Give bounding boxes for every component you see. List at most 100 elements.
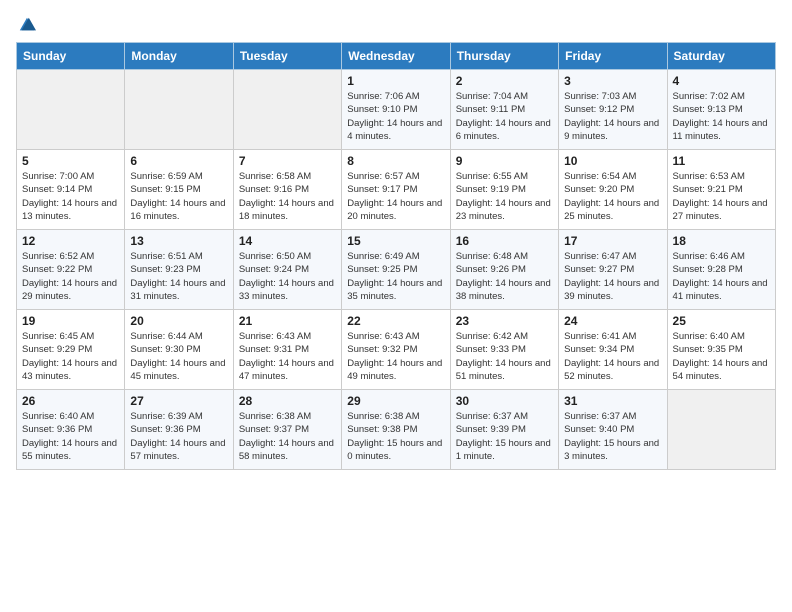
calendar-cell: 20 Sunrise: 6:44 AM Sunset: 9:30 PM Dayli… xyxy=(125,310,233,390)
calendar-cell: 22 Sunrise: 6:43 AM Sunset: 9:32 PM Dayli… xyxy=(342,310,450,390)
calendar-cell: 17Sunrise: 6:47 AM Sunset: 9:27 PM Dayli… xyxy=(559,230,667,310)
calendar-cell: 13Sunrise: 6:51 AM Sunset: 9:23 PM Dayli… xyxy=(125,230,233,310)
day-number: 26 xyxy=(22,394,119,408)
calendar-cell: 24 Sunrise: 6:41 AM Sunset: 9:34 PM Dayli… xyxy=(559,310,667,390)
calendar-cell: 27 Sunrise: 6:39 AM Sunset: 9:36 PM Dayli… xyxy=(125,390,233,470)
day-number: 30 xyxy=(456,394,553,408)
day-of-week-header: Friday xyxy=(559,43,667,70)
calendar-cell: 7 Sunrise: 6:58 AM Sunset: 9:16 PM Daylig… xyxy=(233,150,341,230)
calendar-cell: 14 Sunrise: 6:50 AM Sunset: 9:24 PM Dayli… xyxy=(233,230,341,310)
day-number: 10 xyxy=(564,154,661,168)
calendar-cell: 9 Sunrise: 6:55 AM Sunset: 9:19 PM Daylig… xyxy=(450,150,558,230)
day-info: Sunrise: 6:44 AM Sunset: 9:30 PM Dayligh… xyxy=(130,330,227,383)
day-number: 13 xyxy=(130,234,227,248)
day-of-week-header: Thursday xyxy=(450,43,558,70)
day-info: Sunrise: 6:38 AM Sunset: 9:37 PM Dayligh… xyxy=(239,410,336,463)
day-info: Sunrise: 6:45 AM Sunset: 9:29 PM Dayligh… xyxy=(22,330,119,383)
calendar-cell: 1 Sunrise: 7:06 AM Sunset: 9:10 PM Daylig… xyxy=(342,70,450,150)
day-info: Sunrise: 7:06 AM Sunset: 9:10 PM Dayligh… xyxy=(347,90,444,143)
calendar-cell: 23Sunrise: 6:42 AM Sunset: 9:33 PM Dayli… xyxy=(450,310,558,390)
calendar-table: SundayMondayTuesdayWednesdayThursdayFrid… xyxy=(16,42,776,470)
calendar-cell: 11 Sunrise: 6:53 AM Sunset: 9:21 PM Dayli… xyxy=(667,150,775,230)
day-info: Sunrise: 6:46 AM Sunset: 9:28 PM Dayligh… xyxy=(673,250,770,303)
day-info: Sunrise: 6:52 AM Sunset: 9:22 PM Dayligh… xyxy=(22,250,119,303)
day-number: 14 xyxy=(239,234,336,248)
day-of-week-header: Saturday xyxy=(667,43,775,70)
day-number: 1 xyxy=(347,74,444,88)
day-number: 4 xyxy=(673,74,770,88)
day-number: 24 xyxy=(564,314,661,328)
day-number: 17 xyxy=(564,234,661,248)
calendar-cell: 21 Sunrise: 6:43 AM Sunset: 9:31 PM Dayli… xyxy=(233,310,341,390)
day-info: Sunrise: 6:37 AM Sunset: 9:40 PM Dayligh… xyxy=(564,410,661,463)
day-info: Sunrise: 6:38 AM Sunset: 9:38 PM Dayligh… xyxy=(347,410,444,463)
calendar-cell: 25 Sunrise: 6:40 AM Sunset: 9:35 PM Dayli… xyxy=(667,310,775,390)
calendar-cell: 28 Sunrise: 6:38 AM Sunset: 9:37 PM Dayli… xyxy=(233,390,341,470)
calendar-week-row: 5Sunrise: 7:00 AM Sunset: 9:14 PM Daylig… xyxy=(17,150,776,230)
day-number: 29 xyxy=(347,394,444,408)
day-number: 8 xyxy=(347,154,444,168)
calendar-cell xyxy=(17,70,125,150)
day-number: 25 xyxy=(673,314,770,328)
day-number: 23 xyxy=(456,314,553,328)
day-info: Sunrise: 6:41 AM Sunset: 9:34 PM Dayligh… xyxy=(564,330,661,383)
day-number: 20 xyxy=(130,314,227,328)
day-number: 11 xyxy=(673,154,770,168)
calendar-week-row: 12 Sunrise: 6:52 AM Sunset: 9:22 PM Dayli… xyxy=(17,230,776,310)
calendar-week-row: 19 Sunrise: 6:45 AM Sunset: 9:29 PM Dayli… xyxy=(17,310,776,390)
calendar-cell: 19 Sunrise: 6:45 AM Sunset: 9:29 PM Dayli… xyxy=(17,310,125,390)
calendar-header-row: SundayMondayTuesdayWednesdayThursdayFrid… xyxy=(17,43,776,70)
day-of-week-header: Tuesday xyxy=(233,43,341,70)
day-number: 2 xyxy=(456,74,553,88)
calendar-cell: 18Sunrise: 6:46 AM Sunset: 9:28 PM Dayli… xyxy=(667,230,775,310)
calendar-week-row: 1 Sunrise: 7:06 AM Sunset: 9:10 PM Daylig… xyxy=(17,70,776,150)
day-info: Sunrise: 6:43 AM Sunset: 9:31 PM Dayligh… xyxy=(239,330,336,383)
day-info: Sunrise: 6:39 AM Sunset: 9:36 PM Dayligh… xyxy=(130,410,227,463)
calendar-cell: 15 Sunrise: 6:49 AM Sunset: 9:25 PM Dayli… xyxy=(342,230,450,310)
calendar-cell: 4 Sunrise: 7:02 AM Sunset: 9:13 PM Daylig… xyxy=(667,70,775,150)
day-number: 16 xyxy=(456,234,553,248)
day-info: Sunrise: 6:58 AM Sunset: 9:16 PM Dayligh… xyxy=(239,170,336,223)
calendar-cell: 2 Sunrise: 7:04 AM Sunset: 9:11 PM Daylig… xyxy=(450,70,558,150)
calendar-cell: 30 Sunrise: 6:37 AM Sunset: 9:39 PM Dayli… xyxy=(450,390,558,470)
logo xyxy=(16,16,36,34)
page-header xyxy=(16,16,776,34)
day-number: 3 xyxy=(564,74,661,88)
day-number: 28 xyxy=(239,394,336,408)
day-info: Sunrise: 6:40 AM Sunset: 9:35 PM Dayligh… xyxy=(673,330,770,383)
calendar-cell: 26 Sunrise: 6:40 AM Sunset: 9:36 PM Dayli… xyxy=(17,390,125,470)
day-info: Sunrise: 7:04 AM Sunset: 9:11 PM Dayligh… xyxy=(456,90,553,143)
day-number: 21 xyxy=(239,314,336,328)
day-of-week-header: Sunday xyxy=(17,43,125,70)
calendar-cell: 12 Sunrise: 6:52 AM Sunset: 9:22 PM Dayli… xyxy=(17,230,125,310)
day-number: 22 xyxy=(347,314,444,328)
day-info: Sunrise: 6:57 AM Sunset: 9:17 PM Dayligh… xyxy=(347,170,444,223)
day-number: 15 xyxy=(347,234,444,248)
day-of-week-header: Monday xyxy=(125,43,233,70)
day-info: Sunrise: 6:40 AM Sunset: 9:36 PM Dayligh… xyxy=(22,410,119,463)
day-number: 27 xyxy=(130,394,227,408)
calendar-cell: 8 Sunrise: 6:57 AM Sunset: 9:17 PM Daylig… xyxy=(342,150,450,230)
day-number: 7 xyxy=(239,154,336,168)
calendar-cell: 29 Sunrise: 6:38 AM Sunset: 9:38 PM Dayli… xyxy=(342,390,450,470)
day-info: Sunrise: 6:50 AM Sunset: 9:24 PM Dayligh… xyxy=(239,250,336,303)
day-info: Sunrise: 6:49 AM Sunset: 9:25 PM Dayligh… xyxy=(347,250,444,303)
day-of-week-header: Wednesday xyxy=(342,43,450,70)
calendar-cell: 10 Sunrise: 6:54 AM Sunset: 9:20 PM Dayli… xyxy=(559,150,667,230)
day-info: Sunrise: 6:55 AM Sunset: 9:19 PM Dayligh… xyxy=(456,170,553,223)
day-info: Sunrise: 6:37 AM Sunset: 9:39 PM Dayligh… xyxy=(456,410,553,463)
day-number: 12 xyxy=(22,234,119,248)
calendar-cell: 5Sunrise: 7:00 AM Sunset: 9:14 PM Daylig… xyxy=(17,150,125,230)
calendar-week-row: 26 Sunrise: 6:40 AM Sunset: 9:36 PM Dayli… xyxy=(17,390,776,470)
day-info: Sunrise: 6:54 AM Sunset: 9:20 PM Dayligh… xyxy=(564,170,661,223)
calendar-cell xyxy=(125,70,233,150)
day-info: Sunrise: 7:02 AM Sunset: 9:13 PM Dayligh… xyxy=(673,90,770,143)
day-info: Sunrise: 6:53 AM Sunset: 9:21 PM Dayligh… xyxy=(673,170,770,223)
calendar-cell xyxy=(667,390,775,470)
day-info: Sunrise: 6:43 AM Sunset: 9:32 PM Dayligh… xyxy=(347,330,444,383)
day-number: 9 xyxy=(456,154,553,168)
calendar-cell: 6Sunrise: 6:59 AM Sunset: 9:15 PM Daylig… xyxy=(125,150,233,230)
day-info: Sunrise: 6:59 AM Sunset: 9:15 PM Dayligh… xyxy=(130,170,227,223)
calendar-cell: 31Sunrise: 6:37 AM Sunset: 9:40 PM Dayli… xyxy=(559,390,667,470)
day-number: 19 xyxy=(22,314,119,328)
